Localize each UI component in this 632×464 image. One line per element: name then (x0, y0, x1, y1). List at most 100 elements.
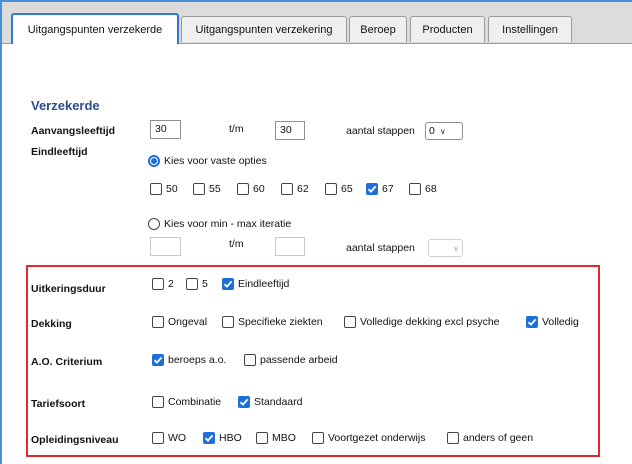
checkbox-icon (222, 316, 234, 328)
checkbox-icon (152, 432, 164, 444)
checkbox-icon (344, 316, 356, 328)
opleiding-option-voortgezet[interactable]: Voortgezet onderwijs (312, 432, 425, 444)
aanvangsleeftijd-from-input[interactable]: 30 (150, 120, 181, 139)
checkbox-icon (244, 354, 256, 366)
range-steps-label: aantal stappen (346, 242, 415, 254)
range-max-input[interactable] (275, 237, 305, 256)
opleiding-option-mbo[interactable]: MBO (256, 432, 296, 444)
tab-beroep[interactable]: Beroep (349, 16, 407, 42)
checkbox-icon (150, 183, 162, 195)
option-label: MBO (272, 432, 296, 444)
option-label: Ongeval (168, 316, 208, 328)
aanvangsleeftijd-steps-select[interactable]: 0 ∨ (425, 122, 463, 140)
checkbox-checked-icon (222, 278, 234, 290)
dekking-label: Dekking (31, 318, 72, 330)
option-label: Voortgezet onderwijs (328, 432, 426, 444)
eindleeftijd-option-50[interactable]: 50 (150, 183, 178, 195)
tab-uitgangspunten-verzekering[interactable]: Uitgangspunten verzekering (181, 16, 347, 42)
checkbox-icon (447, 432, 459, 444)
aanvangsleeftijd-steps-label: aantal stappen (346, 125, 415, 137)
eindleeftijd-range-label: Kies voor min - max iteratie (164, 218, 292, 230)
checkbox-checked-icon (152, 354, 164, 366)
dekking-option-volledige-excl-psyche[interactable]: Volledige dekking excl psyche (344, 316, 500, 328)
dekking-option-volledig[interactable]: Volledig (526, 316, 579, 328)
eindleeftijd-fixed-label: Kies voor vaste opties (164, 155, 267, 167)
checkbox-icon (152, 396, 164, 408)
ao-option-passende-arbeid[interactable]: passende arbeid (244, 354, 338, 366)
opleiding-option-hbo[interactable]: HBO (203, 432, 242, 444)
chevron-down-icon: ∨ (439, 126, 446, 136)
opleiding-option-anders[interactable]: anders of geen (447, 432, 533, 444)
option-label: Combinatie (168, 396, 222, 408)
tab-uitgangspunten-verzekerde[interactable]: Uitgangspunten verzekerde (11, 13, 179, 44)
ao-criterium-label: A.O. Criterium (31, 356, 103, 368)
option-label: anders of geen (463, 432, 534, 444)
option-label: Eindleeftijd (238, 278, 290, 290)
option-label: 60 (253, 183, 265, 195)
uitkeringsduur-option-eindleeftijd[interactable]: Eindleeftijd (222, 278, 289, 290)
option-label: 2 (168, 278, 174, 290)
checkbox-icon (237, 183, 249, 195)
checkbox-checked-icon (526, 316, 538, 328)
checkbox-icon (281, 183, 293, 195)
checkbox-icon (256, 432, 268, 444)
checkbox-icon (325, 183, 337, 195)
option-label: 5 (202, 278, 208, 290)
dekking-option-ongeval[interactable]: Ongeval (152, 316, 207, 328)
uitkeringsduur-option-5[interactable]: 5 (186, 278, 208, 290)
option-label: WO (168, 432, 187, 444)
uitkeringsduur-option-2[interactable]: 2 (152, 278, 174, 290)
eindleeftijd-option-68[interactable]: 68 (409, 183, 437, 195)
section-title: Verzekerde (31, 98, 100, 113)
tariefsoort-label: Tariefsoort (31, 398, 86, 410)
option-label: 55 (209, 183, 221, 195)
checkbox-icon (193, 183, 205, 195)
option-label: HBO (219, 432, 242, 444)
tab-producten[interactable]: Producten (410, 16, 485, 42)
option-label: 50 (166, 183, 178, 195)
eindleeftijd-range-radio[interactable]: Kies voor min - max iteratie (148, 218, 291, 230)
ao-option-beroeps[interactable]: beroeps a.o. (152, 354, 226, 366)
dekking-option-specifieke-ziekten[interactable]: Specifieke ziekten (222, 316, 323, 328)
left-border (0, 0, 2, 464)
tab-instellingen[interactable]: Instellingen (488, 16, 572, 42)
eindleeftijd-fixed-radio[interactable]: Kies voor vaste opties (148, 155, 267, 167)
aanvangsleeftijd-to-label: t/m (229, 123, 244, 135)
checkbox-checked-icon (366, 183, 378, 195)
tariefsoort-option-standaard[interactable]: Standaard (238, 396, 302, 408)
checkbox-icon (152, 316, 164, 328)
range-steps-select[interactable]: ∨ (428, 239, 463, 257)
checkbox-icon (312, 432, 324, 444)
option-label: 62 (297, 183, 309, 195)
option-label: Volledige dekking excl psyche (360, 316, 500, 328)
checkbox-checked-icon (238, 396, 250, 408)
uitkeringsduur-label: Uitkeringsduur (31, 283, 106, 295)
range-to-label: t/m (229, 238, 244, 250)
eindleeftijd-option-67[interactable]: 67 (366, 183, 394, 195)
checkbox-checked-icon (203, 432, 215, 444)
option-label: beroeps a.o. (168, 354, 227, 366)
range-min-input[interactable] (150, 237, 181, 256)
option-label: Specifieke ziekten (238, 316, 323, 328)
eindleeftijd-option-62[interactable]: 62 (281, 183, 309, 195)
tariefsoort-option-combinatie[interactable]: Combinatie (152, 396, 221, 408)
eindleeftijd-option-55[interactable]: 55 (193, 183, 221, 195)
eindleeftijd-label: Eindleeftijd (31, 146, 88, 158)
option-label: Standaard (254, 396, 303, 408)
top-border (0, 0, 632, 2)
opleiding-option-wo[interactable]: WO (152, 432, 186, 444)
option-label: passende arbeid (260, 354, 338, 366)
radio-selected-icon (148, 155, 160, 167)
opleidingsniveau-label: Opleidingsniveau (31, 434, 119, 446)
checkbox-icon (186, 278, 198, 290)
checkbox-icon (152, 278, 164, 290)
aanvangsleeftijd-label: Aanvangsleeftijd (31, 125, 116, 137)
option-label: 67 (382, 183, 394, 195)
eindleeftijd-option-60[interactable]: 60 (237, 183, 265, 195)
eindleeftijd-option-65[interactable]: 65 (325, 183, 353, 195)
radio-icon (148, 218, 160, 230)
chevron-down-icon: ∨ (453, 243, 459, 253)
steps-select-value: 0 (429, 125, 435, 137)
option-label: Volledig (542, 316, 579, 328)
aanvangsleeftijd-to-input[interactable]: 30 (275, 121, 305, 140)
